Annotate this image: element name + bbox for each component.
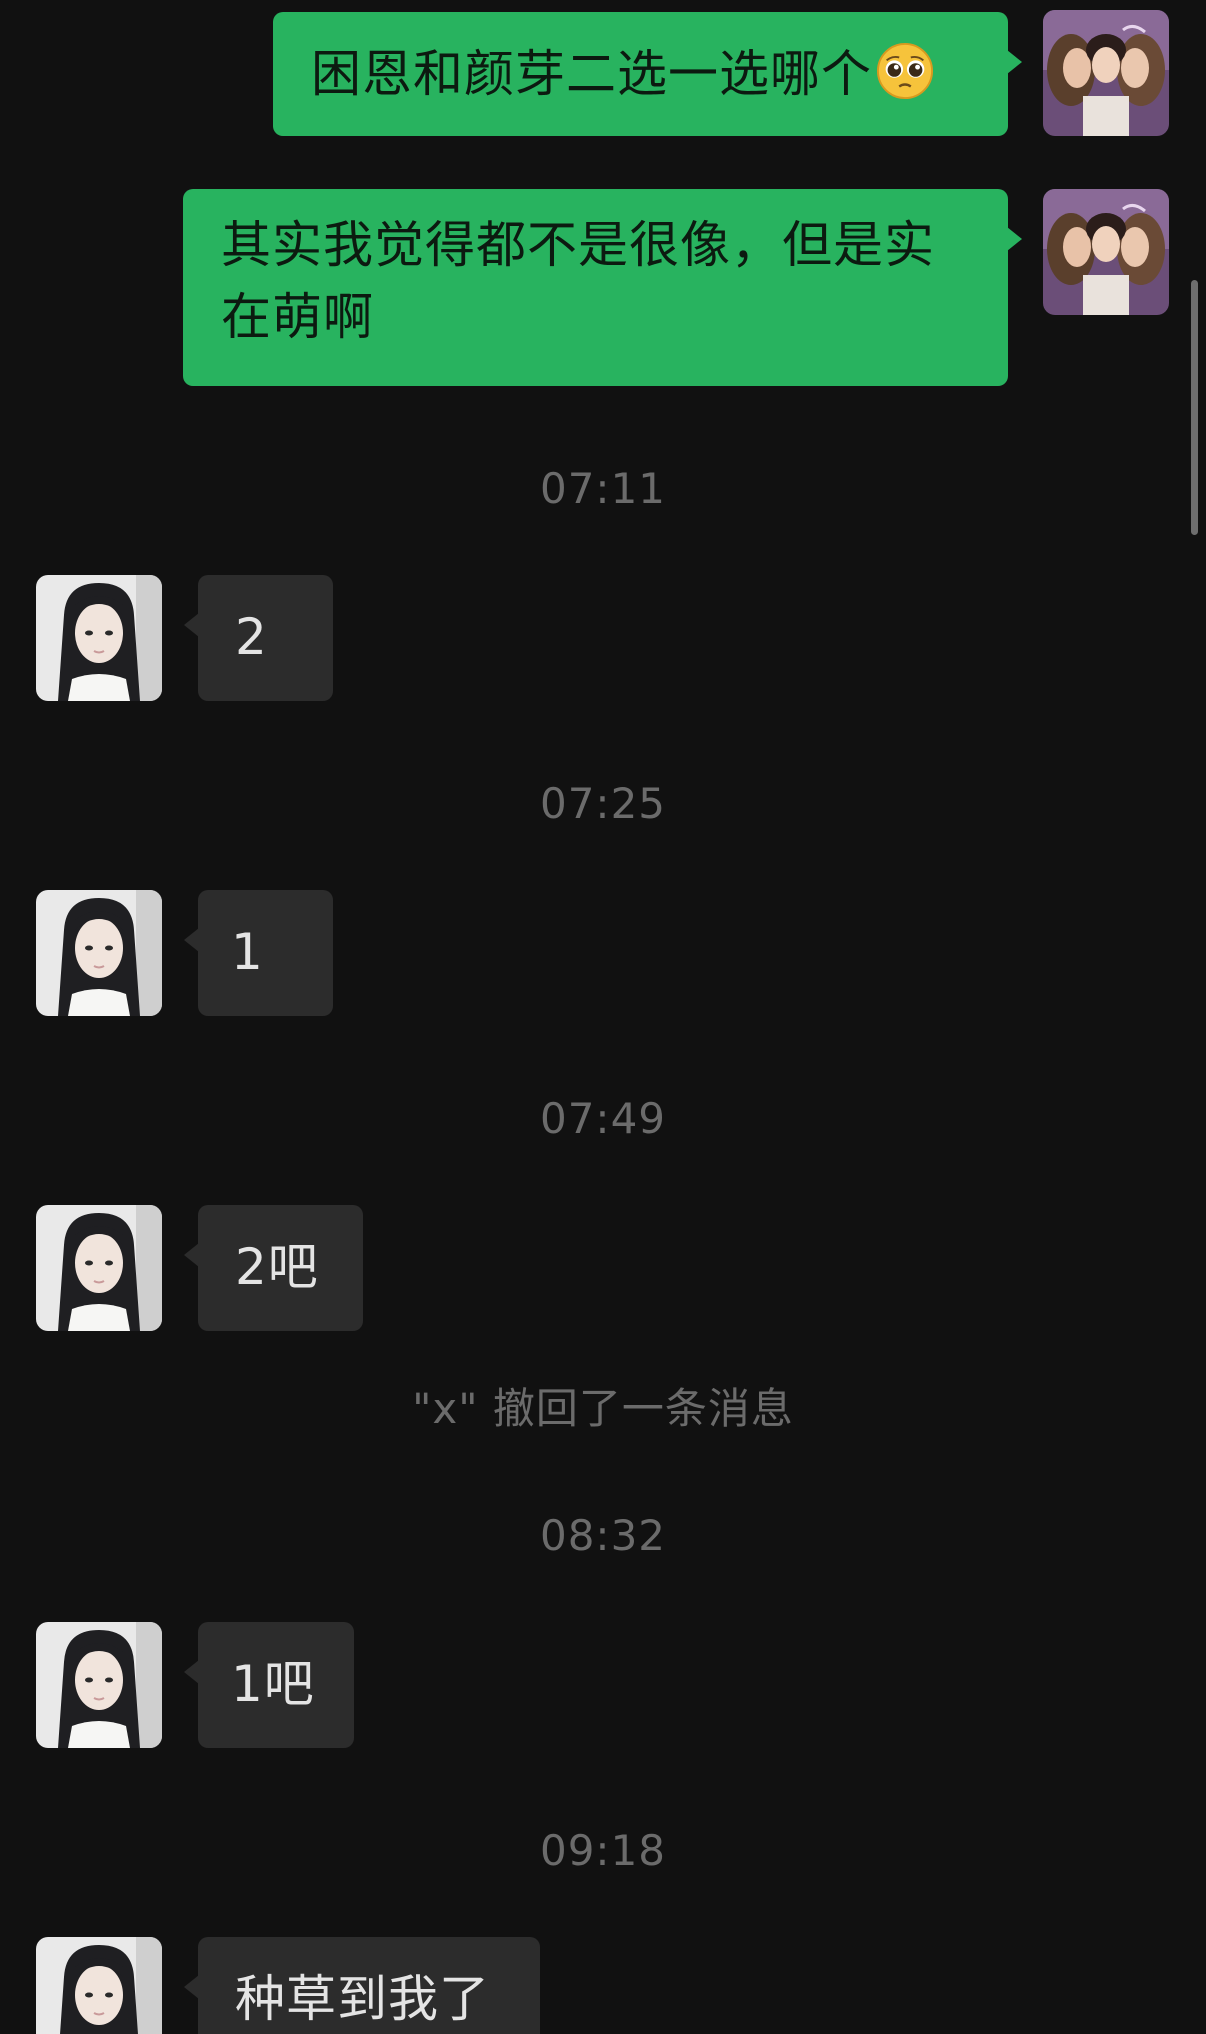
contact-avatar[interactable] xyxy=(36,575,162,701)
message-text: 2 xyxy=(235,608,268,666)
message-timestamp: 07:25 xyxy=(539,779,667,828)
contact-avatar-photo-icon xyxy=(36,575,162,701)
self-avatar-photo-icon xyxy=(1043,189,1169,315)
incoming-message-bubble[interactable]: 1 xyxy=(184,890,333,1016)
pleading-face-emoji-icon xyxy=(876,42,934,100)
message-text: 1吧 xyxy=(231,1655,315,1713)
recalled-message-notice: "x" 撤回了一条消息 xyxy=(412,1384,794,1433)
message-text-line-2: 在萌啊 xyxy=(221,288,374,346)
incoming-message-bubble[interactable]: 2吧 xyxy=(184,1205,363,1331)
contact-avatar-photo-icon xyxy=(36,1205,162,1331)
message-timestamp: 08:32 xyxy=(539,1511,667,1560)
message-text-line-1: 其实我觉得都不是很像，但是实 xyxy=(221,216,935,274)
contact-avatar[interactable] xyxy=(36,1622,162,1748)
contact-avatar-photo-icon xyxy=(36,890,162,1016)
incoming-message-bubble[interactable]: 1吧 xyxy=(184,1622,354,1748)
contact-avatar-photo-icon xyxy=(36,1622,162,1748)
self-avatar[interactable] xyxy=(1043,10,1169,136)
message-text: 困恩和颜芽二选一选哪个 xyxy=(311,45,872,103)
chat-scrollbar[interactable] xyxy=(1191,280,1198,535)
contact-avatar-photo-icon xyxy=(36,1937,162,2034)
message-timestamp: 09:18 xyxy=(539,1826,667,1875)
incoming-message-bubble[interactable]: 2 xyxy=(184,575,333,701)
message-timestamp: 07:49 xyxy=(539,1094,667,1143)
message-text: 1 xyxy=(231,923,264,981)
contact-avatar[interactable] xyxy=(36,890,162,1016)
contact-avatar[interactable] xyxy=(36,1205,162,1331)
incoming-message-bubble[interactable]: 种草到我了 xyxy=(184,1937,540,2034)
self-avatar-photo-icon xyxy=(1043,10,1169,136)
contact-avatar[interactable] xyxy=(36,1937,162,2034)
message-text: 种草到我了 xyxy=(235,1970,490,2028)
outgoing-message-bubble[interactable]: 其实我觉得都不是很像，但是实 在萌啊 xyxy=(183,189,1022,386)
chat-view: 困恩和颜芽二选一选哪个 其实我觉得都不是很像，但是实 在萌啊 07:11 2 0… xyxy=(0,0,1206,2034)
message-text: 2吧 xyxy=(235,1238,319,1296)
message-timestamp: 07:11 xyxy=(539,464,667,513)
self-avatar[interactable] xyxy=(1043,189,1169,315)
outgoing-message-bubble[interactable]: 困恩和颜芽二选一选哪个 xyxy=(273,12,1022,136)
